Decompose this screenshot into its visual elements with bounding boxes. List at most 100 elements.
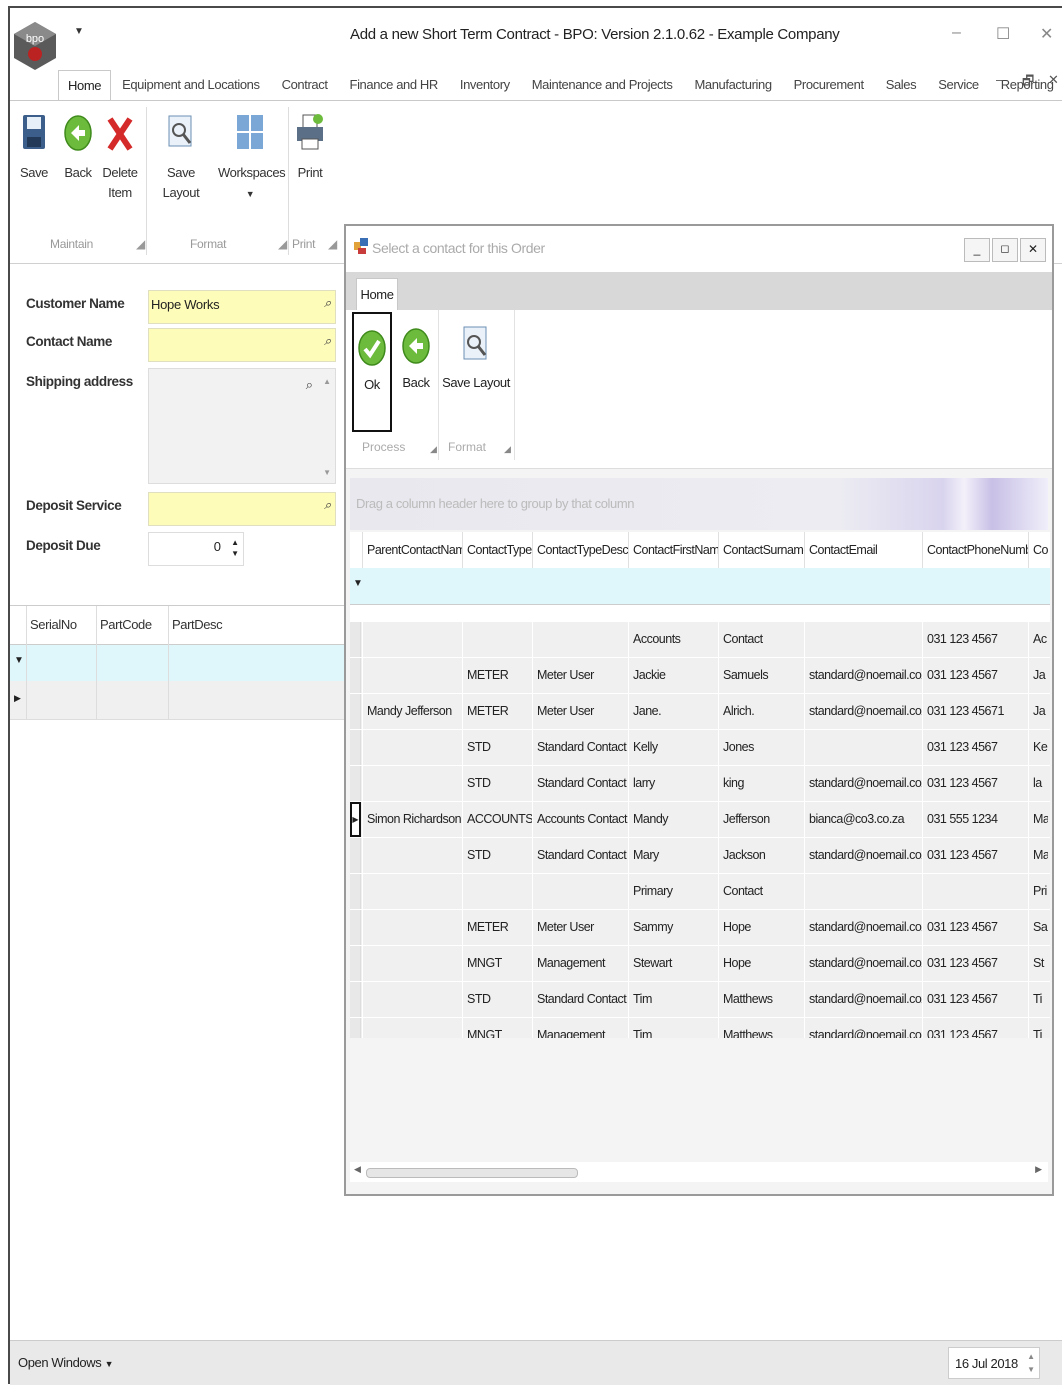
ribbon-restore-icon[interactable]: 🗗 (1022, 72, 1034, 94)
cell-contactsurname[interactable]: king (718, 766, 804, 801)
save-layout-button[interactable]: Save Layout (150, 113, 212, 203)
cell-contactfirstname[interactable]: larry (628, 766, 718, 801)
cell-contactfirstname[interactable]: Stewart (628, 946, 718, 981)
cell-co[interactable]: Ma (1028, 838, 1048, 873)
cell-contacttype[interactable]: STD (462, 766, 532, 801)
cell-parentcontactname[interactable]: Simon Richardson (362, 802, 462, 837)
row-indicator[interactable] (350, 658, 361, 693)
cell-contactphonenumber[interactable]: 031 123 4567 (922, 838, 1028, 873)
filter-row[interactable]: ▼ (10, 644, 346, 682)
cell-contactemail[interactable]: standard@noemail.coza (804, 694, 922, 729)
scroll-down-icon[interactable]: ▼ (323, 468, 331, 477)
cell-contacttypedesc[interactable]: Standard Contact (532, 838, 628, 873)
tab-procurement[interactable]: Procurement (783, 70, 875, 100)
cell-contactemail[interactable] (804, 874, 922, 909)
row-indicator[interactable] (350, 622, 361, 657)
cell-contactfirstname[interactable]: Accounts (628, 622, 718, 657)
date-spinner-icon[interactable]: ▲ ▼ (1027, 1350, 1035, 1376)
group-expand-icon[interactable]: ◢ (278, 237, 287, 251)
deposit-service-field[interactable]: ⌕ (148, 492, 336, 526)
row-indicator[interactable] (350, 766, 361, 801)
cell-contactemail[interactable]: standard@noemail.coza (804, 766, 922, 801)
table-row[interactable]: MNGT Management Tim Matthews standard@noemai… (350, 1018, 1050, 1038)
cell-contacttype[interactable]: STD (462, 838, 532, 873)
cell-contactfirstname[interactable]: Sammy (628, 910, 718, 945)
cell-co[interactable]: Ja (1028, 658, 1048, 693)
cell-contactemail[interactable]: standard@noemail.coza (804, 838, 922, 873)
cell-parentcontactname[interactable] (362, 658, 462, 693)
cell-contactphonenumber[interactable]: 031 555 1234 (922, 802, 1028, 837)
row-indicator[interactable] (350, 874, 361, 909)
tab-finance-and-hr[interactable]: Finance and HR (339, 70, 449, 100)
table-row[interactable]: METER Meter User Sammy Hope standard@noemail… (350, 910, 1050, 946)
column-header-contactemail[interactable]: ContactEmail (804, 532, 922, 568)
cell-parentcontactname[interactable] (362, 910, 462, 945)
cell-contacttypedesc[interactable]: Management (532, 1018, 628, 1038)
cell-contactemail[interactable]: bianca@co3.co.za (804, 802, 922, 837)
cell-contactphonenumber[interactable]: 031 123 4567 (922, 982, 1028, 1017)
cell-contactsurname[interactable]: Alrich. (718, 694, 804, 729)
table-row[interactable]: Mandy Jefferson METER Meter User Jane. Alric… (350, 694, 1050, 730)
table-row[interactable]: ▶ (10, 681, 346, 720)
cell-contactsurname[interactable]: Samuels (718, 658, 804, 693)
cell-co[interactable]: Ja (1028, 694, 1048, 729)
spinner-arrows-icon[interactable]: ▲ ▼ (231, 537, 239, 559)
cell-contacttype[interactable]: MNGT (462, 1018, 532, 1038)
filter-row[interactable]: ▼ (350, 568, 1050, 605)
column-header-contactfirstname[interactable]: ContactFirstName (628, 532, 718, 568)
cell-contactfirstname[interactable]: Tim (628, 982, 718, 1017)
tab-sales[interactable]: Sales (875, 70, 928, 100)
column-header-co[interactable]: Co (1028, 532, 1048, 568)
cell-contacttypedesc[interactable]: Meter User (532, 694, 628, 729)
workspaces-button[interactable]: Workspaces ▼ (218, 113, 286, 204)
group-expand-icon[interactable]: ◢ (136, 237, 145, 251)
cell-contactsurname[interactable]: Contact (718, 874, 804, 909)
scroll-left-icon[interactable]: ◀ (354, 1164, 361, 1175)
cell-contacttypedesc[interactable] (532, 622, 628, 657)
cell-contactsurname[interactable]: Matthews (718, 1018, 804, 1038)
cell-contacttypedesc[interactable]: Standard Contact (532, 982, 628, 1017)
cell-co[interactable]: St (1028, 946, 1048, 981)
cell-contactphonenumber[interactable]: 031 123 45671 (922, 694, 1028, 729)
table-row[interactable]: MNGT Management Stewart Hope standard@noemai… (350, 946, 1050, 982)
cell-contactsurname[interactable]: Jones (718, 730, 804, 765)
cell-contacttype[interactable]: STD (462, 730, 532, 765)
dialog-maximize-icon[interactable]: ◻ (992, 238, 1018, 262)
date-field[interactable]: 16 Jul 2018 ▲ ▼ (948, 1347, 1040, 1379)
row-indicator[interactable] (350, 838, 361, 873)
cell-contactfirstname[interactable]: Mandy (628, 802, 718, 837)
cell-contacttypedesc[interactable]: Meter User (532, 658, 628, 693)
cell-parentcontactname[interactable] (362, 622, 462, 657)
cell-co[interactable]: Ke (1028, 730, 1048, 765)
cell-parentcontactname[interactable] (362, 838, 462, 873)
column-header-contactsurname[interactable]: ContactSurname (718, 532, 804, 568)
cell-contactemail[interactable] (804, 730, 922, 765)
cell-co[interactable]: Sa (1028, 910, 1048, 945)
table-row[interactable]: STD Standard Contact Mary Jackson standard@n… (350, 838, 1050, 874)
tab-service[interactable]: Service (927, 70, 990, 100)
delete-item-button[interactable]: Delete Item (100, 113, 140, 203)
column-header-contacttype[interactable]: ContactType (462, 532, 532, 568)
cell-co[interactable]: Ac (1028, 622, 1048, 657)
quick-access-dropdown-icon[interactable]: ▼ (74, 26, 84, 37)
cell-contactphonenumber[interactable]: 031 123 4567 (922, 946, 1028, 981)
cell-contacttype[interactable] (462, 622, 532, 657)
open-windows-menu[interactable]: Open Windows ▼ (18, 1355, 113, 1370)
row-indicator[interactable] (350, 730, 361, 765)
cell-contacttype[interactable]: STD (462, 982, 532, 1017)
cell-contacttypedesc[interactable]: Meter User (532, 910, 628, 945)
table-row[interactable]: METER Meter User Jackie Samuels standard@noe… (350, 658, 1050, 694)
cell-contactsurname[interactable]: Hope (718, 910, 804, 945)
column-header-contacttypedesc[interactable]: ContactTypeDesc (532, 532, 628, 568)
cell-contactfirstname[interactable]: Primary (628, 874, 718, 909)
cell-parentcontactname[interactable] (362, 730, 462, 765)
cell-contactfirstname[interactable]: Jackie (628, 658, 718, 693)
cell-contactphonenumber[interactable]: 031 123 4567 (922, 766, 1028, 801)
cell-contactphonenumber[interactable]: 031 123 4567 (922, 658, 1028, 693)
column-header-serialno[interactable]: SerialNo (30, 606, 77, 644)
cell-contactfirstname[interactable]: Tim (628, 1018, 718, 1038)
horizontal-scrollbar[interactable]: ◀ ▶ (350, 1162, 1048, 1182)
search-icon[interactable]: ⌕ (324, 497, 331, 513)
tab-inventory[interactable]: Inventory (449, 70, 521, 100)
cell-co[interactable]: Ti (1028, 1018, 1048, 1038)
